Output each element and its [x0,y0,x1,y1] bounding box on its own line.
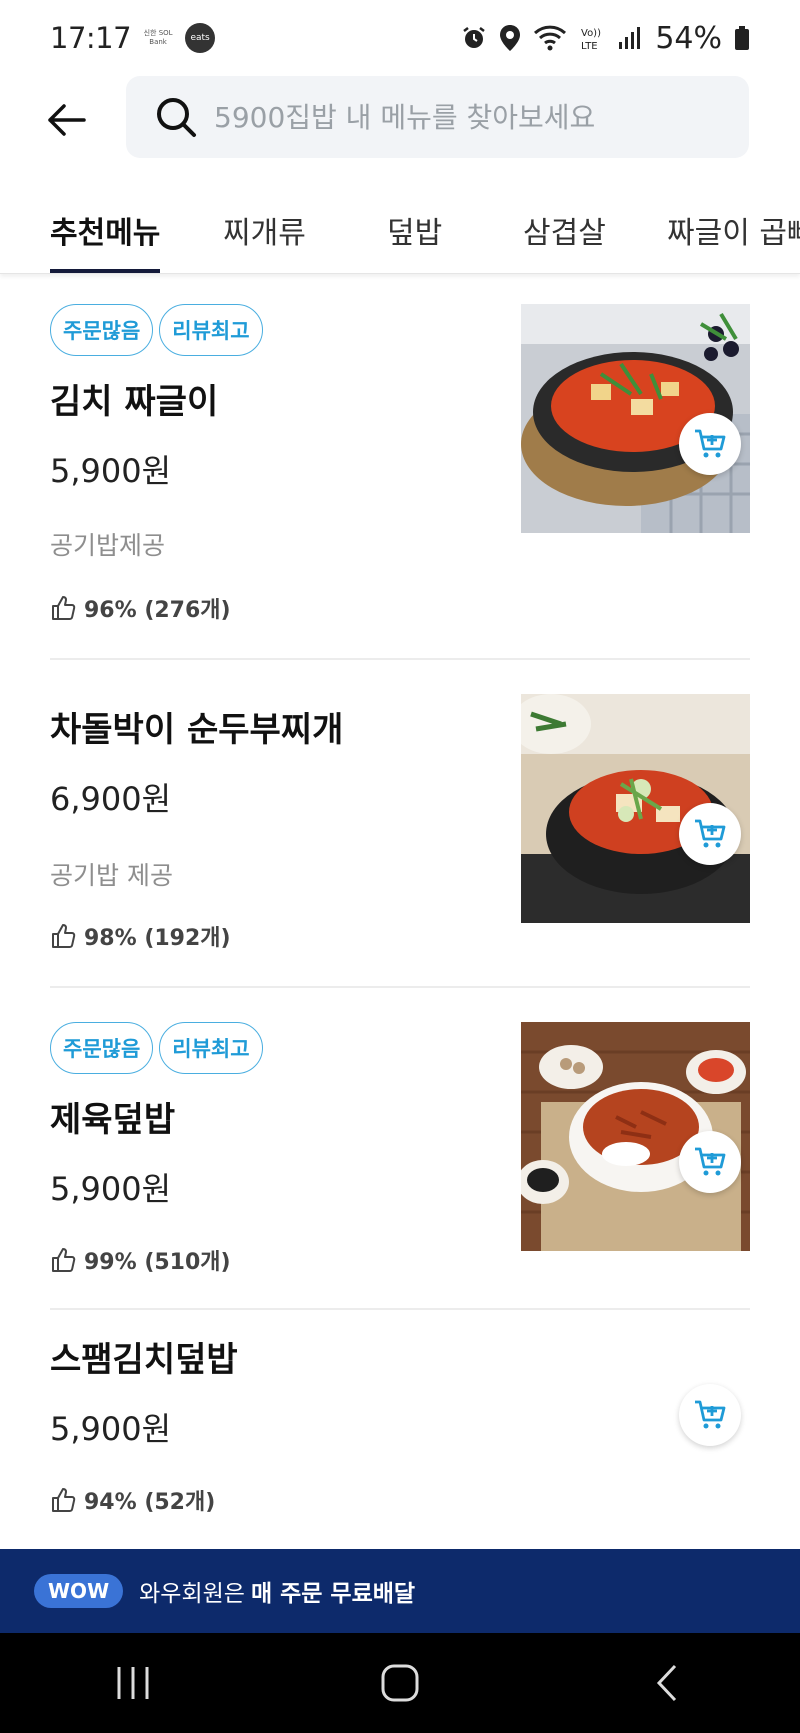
thumbs-up-icon [52,1248,76,1272]
volte-icon: Vo)) LTE [579,24,605,52]
add-to-cart-button[interactable] [679,1131,741,1193]
back-button[interactable] [44,98,88,142]
home-button[interactable] [360,1653,440,1713]
badge-group: 주문많음 리뷰최고 [50,1022,263,1074]
cart-plus-icon [695,1147,726,1176]
item-price: 5,900원 [50,1410,172,1448]
item-name: 제육덮밥 [50,1100,176,1140]
eats-app-icon: eats [185,23,216,53]
battery-icon [734,25,750,51]
app-screen: 17:17 신한 SOL Bank eats Vo)) LTE 54% 5900… [0,0,800,1733]
signal-icon [617,25,643,51]
badge-best-review: 리뷰최고 [159,304,263,356]
category-tabs: 추천메뉴 찌개류 덮밥 삼겹살 짜글이 곱빼기 [0,190,800,274]
cart-plus-icon [695,1400,726,1429]
item-description: 공기밥 제공 [50,861,173,890]
thumbs-up-icon [52,924,76,948]
rating-text: 98% (192개) [84,926,231,951]
status-time: 17:17 [50,21,132,55]
tab-stew[interactable]: 찌개류 [223,208,306,273]
header [0,76,800,164]
wow-banner-text: 와우회원은 [139,1581,245,1607]
add-to-cart-button[interactable] [679,803,741,865]
menu-item[interactable]: 주문많음 리뷰최고 제육덮밥 5,900원 99% (510개) [50,988,750,1310]
item-name: 김치 짜글이 [50,382,219,422]
arrow-left-icon [48,104,86,136]
item-name: 스팸김치덮밥 [50,1340,238,1380]
alarm-icon [461,25,487,51]
badge-popular: 주문많음 [50,304,154,356]
rating-text: 96% (276개) [84,598,231,623]
status-bar: 17:17 신한 SOL Bank eats Vo)) LTE 54% [0,0,800,76]
tab-recommended[interactable]: 추천메뉴 [50,208,161,273]
item-price: 5,900원 [50,1170,172,1208]
item-rating: 96% (276개) [50,592,231,624]
wow-banner-strong-text: 매 주문 무료배달 [250,1581,416,1607]
rating-text: 94% (52개) [84,1490,216,1515]
badge-popular: 주문많음 [50,1022,154,1074]
recent-apps-button[interactable] [93,1653,173,1713]
home-icon [381,1664,419,1702]
svg-text:LTE: LTE [581,41,598,52]
battery-percent: 54% [655,20,722,56]
add-to-cart-button[interactable] [679,413,741,475]
item-name: 차돌박이 순두부찌개 [50,710,344,750]
svg-text:Vo)): Vo)) [581,28,601,39]
menu-item[interactable]: 주문많음 리뷰최고 김치 짜글이 5,900원 공기밥제공 96% (276개) [50,274,750,660]
tab-pork-belly[interactable]: 삼겹살 [523,208,606,273]
item-price: 6,900원 [50,780,172,818]
tab-jjageuri-large[interactable]: 짜글이 곱빼기 [667,208,800,273]
status-right: Vo)) LTE 54% [461,21,750,56]
location-icon [499,24,521,52]
menu-item[interactable]: 스팸김치덮밥 5,900원 94% (52개) [50,1310,750,1549]
tab-rice-bowl[interactable]: 덮밥 [387,208,442,273]
item-price: 5,900원 [50,452,172,490]
cart-plus-icon [695,429,726,458]
rating-text: 99% (510개) [84,1250,231,1275]
item-rating: 98% (192개) [50,920,231,952]
item-rating: 94% (52개) [50,1484,215,1516]
wow-badge: WOW [34,1574,124,1608]
recent-apps-icon [117,1667,149,1699]
search-input[interactable] [214,100,714,134]
system-nav-bar [0,1633,800,1733]
menu-item[interactable]: 차돌박이 순두부찌개 6,900원 공기밥 제공 98% (192개) [50,660,750,988]
bank-app-icon: 신한 SOL Bank [143,29,173,46]
system-back-button[interactable] [627,1653,707,1713]
item-description: 공기밥제공 [50,531,166,560]
item-rating: 99% (510개) [50,1244,231,1276]
badge-group: 주문많음 리뷰최고 [50,304,263,356]
thumbs-up-icon [52,1488,76,1512]
search-icon [157,98,196,137]
cart-plus-icon [695,819,726,848]
wifi-icon [533,24,567,52]
status-left: 17:17 신한 SOL Bank eats [50,21,216,55]
wow-membership-banner[interactable]: WOW 와우회원은 매 주문 무료배달 [0,1549,800,1633]
badge-best-review: 리뷰최고 [159,1022,263,1074]
thumbs-up-icon [52,596,76,620]
search-bar[interactable] [126,76,749,158]
chevron-left-icon [656,1664,676,1702]
add-to-cart-button[interactable] [679,1384,741,1446]
